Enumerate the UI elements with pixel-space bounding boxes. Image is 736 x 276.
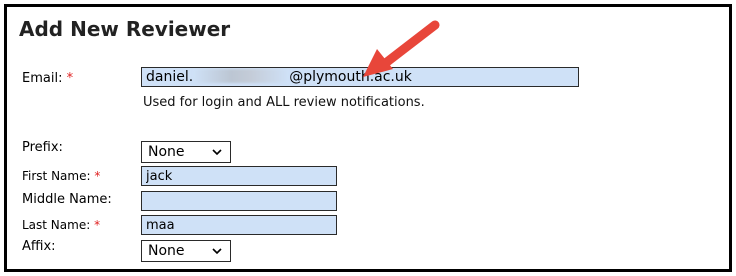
- first-name-label-text: First Name:: [22, 169, 91, 183]
- required-marker: *: [66, 71, 74, 86]
- affix-label: Affix:: [22, 239, 56, 254]
- chevron-down-icon: [212, 244, 222, 265]
- required-marker: *: [94, 169, 101, 183]
- email-label: Email: *: [22, 71, 73, 87]
- chevron-down-icon: [212, 145, 222, 166]
- first-name-field[interactable]: [141, 166, 337, 186]
- last-name-label: Last Name: *: [22, 217, 100, 233]
- email-label-text: Email:: [22, 71, 63, 86]
- page-title: Add New Reviewer: [19, 17, 231, 41]
- email-value-prefix: daniel.: [146, 69, 194, 85]
- affix-selected-value: None: [148, 243, 185, 259]
- prefix-select[interactable]: None: [141, 141, 231, 163]
- last-name-field[interactable]: [141, 215, 337, 235]
- email-hint: Used for login and ALL review notificati…: [143, 95, 425, 110]
- red-arrow-icon: [359, 19, 449, 89]
- last-name-label-text: Last Name:: [22, 218, 91, 232]
- prefix-label: Prefix:: [22, 140, 63, 155]
- middle-name-field[interactable]: [141, 191, 337, 211]
- middle-name-label: Middle Name:: [22, 192, 112, 207]
- redacted-region: [193, 69, 290, 83]
- affix-select[interactable]: None: [141, 240, 231, 262]
- required-marker: *: [94, 218, 101, 232]
- prefix-selected-value: None: [148, 144, 185, 160]
- first-name-label: First Name: *: [22, 168, 100, 184]
- add-reviewer-panel: Add New Reviewer Email: * daniel. @plymou…: [4, 4, 732, 272]
